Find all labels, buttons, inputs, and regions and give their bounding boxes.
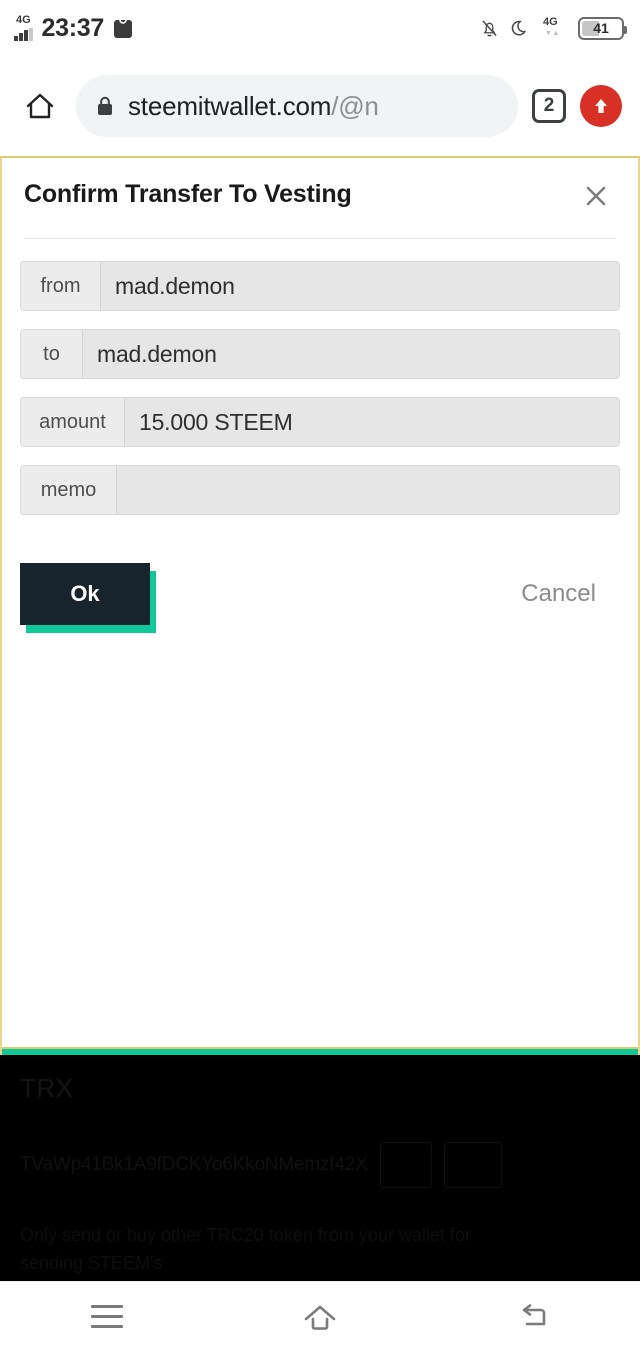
ok-button-wrapper: Ok (20, 563, 156, 633)
field-label-amount: amount (21, 398, 125, 446)
shopping-bag-icon (113, 19, 132, 38)
network-type-label-right: 4G (543, 16, 558, 28)
back-arrow-icon (523, 1303, 546, 1325)
field-value-amount: 15.000 STEEM (125, 398, 619, 446)
do-not-disturb-moon-icon (511, 20, 527, 36)
background-button-1 (379, 1142, 432, 1188)
home-button[interactable] (213, 1282, 426, 1351)
data-transfer-arrows: ▼▲ (545, 30, 560, 37)
field-row-from[interactable]: from mad.demon (20, 261, 620, 311)
tab-counter-button[interactable]: 2 (532, 89, 566, 123)
battery-indicator: 41 (578, 16, 627, 40)
recent-apps-button[interactable] (0, 1282, 213, 1351)
confirm-transfer-dialog: Confirm Transfer To Vesting from mad.dem… (0, 156, 640, 1055)
home-icon (26, 93, 54, 119)
status-bar: 4G 23:37 4G ▼▲ 41 (0, 0, 640, 56)
recent-apps-icon (90, 1305, 123, 1328)
background-page-content: TRX TVaWp41Bk1A9fDCKYo6KkoNMemzf42X Only… (0, 1055, 640, 1301)
background-address-row: TVaWp41Bk1A9fDCKYo6KkoNMemzf42X (20, 1142, 620, 1188)
signal-strength-icon: 4G (14, 15, 33, 41)
upload-button[interactable] (580, 85, 622, 127)
url-bar[interactable]: steemitwallet.com/@n (76, 75, 518, 137)
ok-button[interactable]: Ok (20, 563, 150, 625)
background-note-line-2: sending STEEM's (20, 1252, 163, 1273)
url-text: steemitwallet.com/@n (128, 91, 379, 122)
bell-muted-icon (482, 20, 497, 37)
dialog-actions: Ok Cancel (2, 515, 638, 633)
field-row-memo[interactable]: memo (20, 465, 620, 515)
background-address: TVaWp41Bk1A9fDCKYo6KkoNMemzf42X (20, 1154, 368, 1175)
android-nav-bar (0, 1281, 640, 1351)
browser-toolbar: steemitwallet.com/@n 2 (0, 56, 640, 156)
field-row-to[interactable]: to mad.demon (20, 329, 620, 379)
background-heading: TRX (20, 1073, 74, 1103)
field-row-amount[interactable]: amount 15.000 STEEM (20, 397, 620, 447)
url-domain: steemitwallet.com (128, 90, 332, 121)
url-path: /@n (331, 90, 379, 121)
dialog-header: Confirm Transfer To Vesting (2, 158, 638, 214)
status-bar-left: 4G 23:37 (14, 15, 133, 41)
field-value-from: mad.demon (101, 262, 619, 310)
status-bar-clock: 23:37 (41, 13, 105, 42)
background-button-2 (443, 1142, 502, 1188)
lock-icon (98, 96, 112, 115)
page-content-area: TRX TVaWp41Bk1A9fDCKYo6KkoNMemzf42X Only… (0, 156, 640, 1301)
field-label-from: from (21, 262, 101, 310)
field-value-to: mad.demon (83, 330, 619, 378)
field-value-memo (117, 466, 619, 514)
field-label-memo: memo (21, 466, 117, 514)
browser-home-button[interactable] (18, 84, 62, 128)
close-icon (586, 186, 606, 206)
network-type-label: 4G (16, 14, 31, 26)
dialog-title: Confirm Transfer To Vesting (24, 180, 352, 208)
upload-arrow-icon (595, 99, 607, 113)
cancel-button[interactable]: Cancel (511, 570, 620, 618)
battery-percent-label: 41 (593, 20, 609, 36)
back-button[interactable] (427, 1282, 640, 1351)
status-bar-right: 4G ▼▲ 41 (480, 16, 627, 40)
background-note-line-1: Only send or buy other TRC20 token from … (20, 1225, 471, 1245)
mobile-data-icon: 4G ▼▲ (542, 16, 566, 40)
dialog-bottom-accent-bar (2, 1049, 638, 1055)
transfer-form: from mad.demon to mad.demon amount 15.00… (2, 239, 638, 515)
phone-screen: 4G 23:37 4G ▼▲ 41 steemitwallet.com/@n 2… (0, 0, 640, 1351)
dialog-close-button[interactable] (578, 178, 614, 214)
home-outline-icon (304, 1305, 336, 1330)
field-label-to: to (21, 330, 83, 378)
